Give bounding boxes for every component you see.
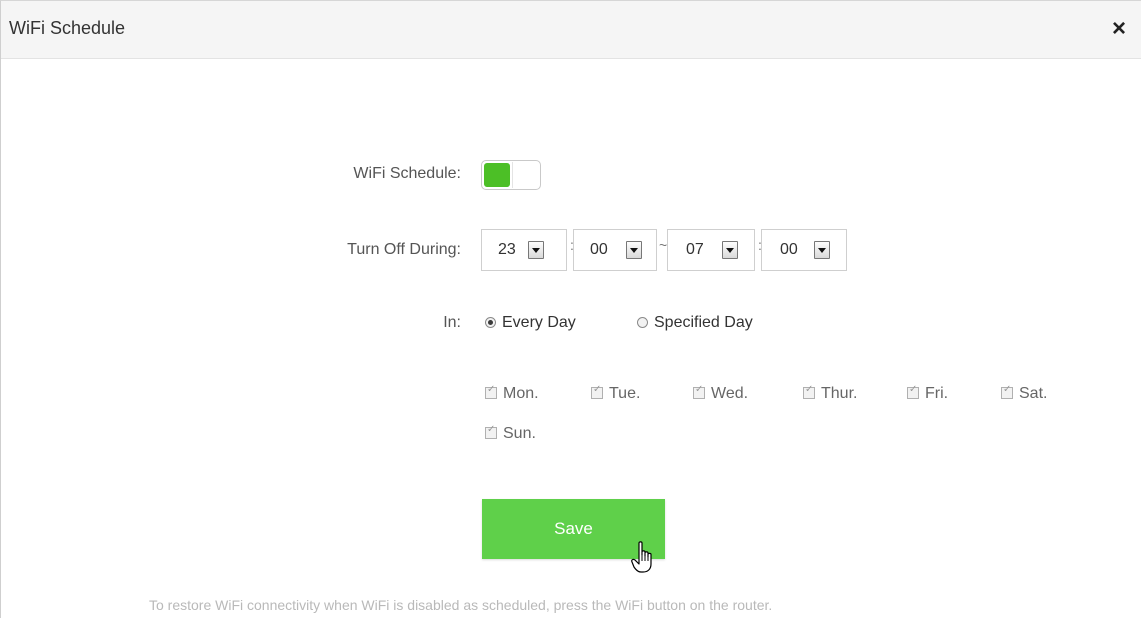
toggle-knob: [512, 162, 540, 188]
day-checkbox-sat[interactable]: Sat.: [1001, 384, 1048, 403]
day-checkbox-tue[interactable]: Tue.: [591, 384, 641, 403]
day-label: Thur.: [821, 385, 858, 402]
specified-day-label: Specified Day: [654, 314, 753, 331]
radio-unselected-icon: [637, 317, 648, 328]
day-label: Fri.: [925, 385, 949, 402]
end-minute-select[interactable]: 00: [761, 229, 847, 271]
chevron-down-icon: [722, 241, 738, 259]
day-checkbox-sun[interactable]: Sun.: [485, 424, 536, 443]
checkbox-icon: [907, 384, 919, 399]
day-label: Wed.: [711, 385, 749, 402]
day-label: Mon.: [503, 385, 539, 402]
every-day-label: Every Day: [502, 314, 576, 331]
turn-off-label: Turn Off During:: [347, 241, 461, 258]
dialog-header: WiFi Schedule ×: [1, 1, 1141, 59]
in-label: In:: [443, 314, 461, 331]
chevron-down-icon: [626, 241, 642, 259]
day-checkbox-fri[interactable]: Fri.: [907, 384, 949, 403]
end-hour-value: 07: [686, 241, 704, 258]
end-minute-value: 00: [780, 241, 798, 258]
restore-note: To restore WiFi connectivity when WiFi i…: [149, 597, 773, 613]
end-hour-select[interactable]: 07: [667, 229, 755, 271]
range-separator: ~: [659, 237, 668, 253]
checkbox-icon: [591, 384, 603, 399]
chevron-down-icon: [528, 241, 544, 259]
start-hour-value: 23: [498, 241, 516, 258]
toggle-on-fill: [484, 163, 510, 187]
checkbox-icon: [485, 384, 497, 399]
dialog-title: WiFi Schedule: [9, 18, 126, 38]
every-day-radio[interactable]: Every Day: [485, 314, 576, 332]
day-checkbox-wed[interactable]: Wed.: [693, 384, 749, 403]
start-hour-select[interactable]: 23: [481, 229, 567, 271]
checkbox-icon: [693, 384, 705, 399]
start-minute-value: 00: [590, 241, 608, 258]
wifi-schedule-dialog: WiFi Schedule × WiFi Schedule: Turn Off …: [0, 0, 1141, 618]
day-checkbox-thur[interactable]: Thur.: [803, 384, 858, 403]
start-minute-select[interactable]: 00: [573, 229, 657, 271]
schedule-label: WiFi Schedule:: [353, 165, 461, 182]
chevron-down-icon: [814, 241, 830, 259]
day-checkbox-mon[interactable]: Mon.: [485, 384, 539, 403]
schedule-toggle[interactable]: [481, 160, 541, 190]
day-label: Sat.: [1019, 385, 1048, 402]
day-label: Tue.: [609, 385, 641, 402]
checkbox-icon: [485, 424, 497, 439]
checkbox-icon: [803, 384, 815, 399]
hand-pointer-icon: [631, 541, 652, 573]
day-label: Sun.: [503, 425, 536, 442]
checkbox-icon: [1001, 384, 1013, 399]
specified-day-radio[interactable]: Specified Day: [637, 314, 753, 332]
close-icon[interactable]: ×: [1112, 15, 1126, 43]
radio-selected-icon: [485, 317, 496, 328]
